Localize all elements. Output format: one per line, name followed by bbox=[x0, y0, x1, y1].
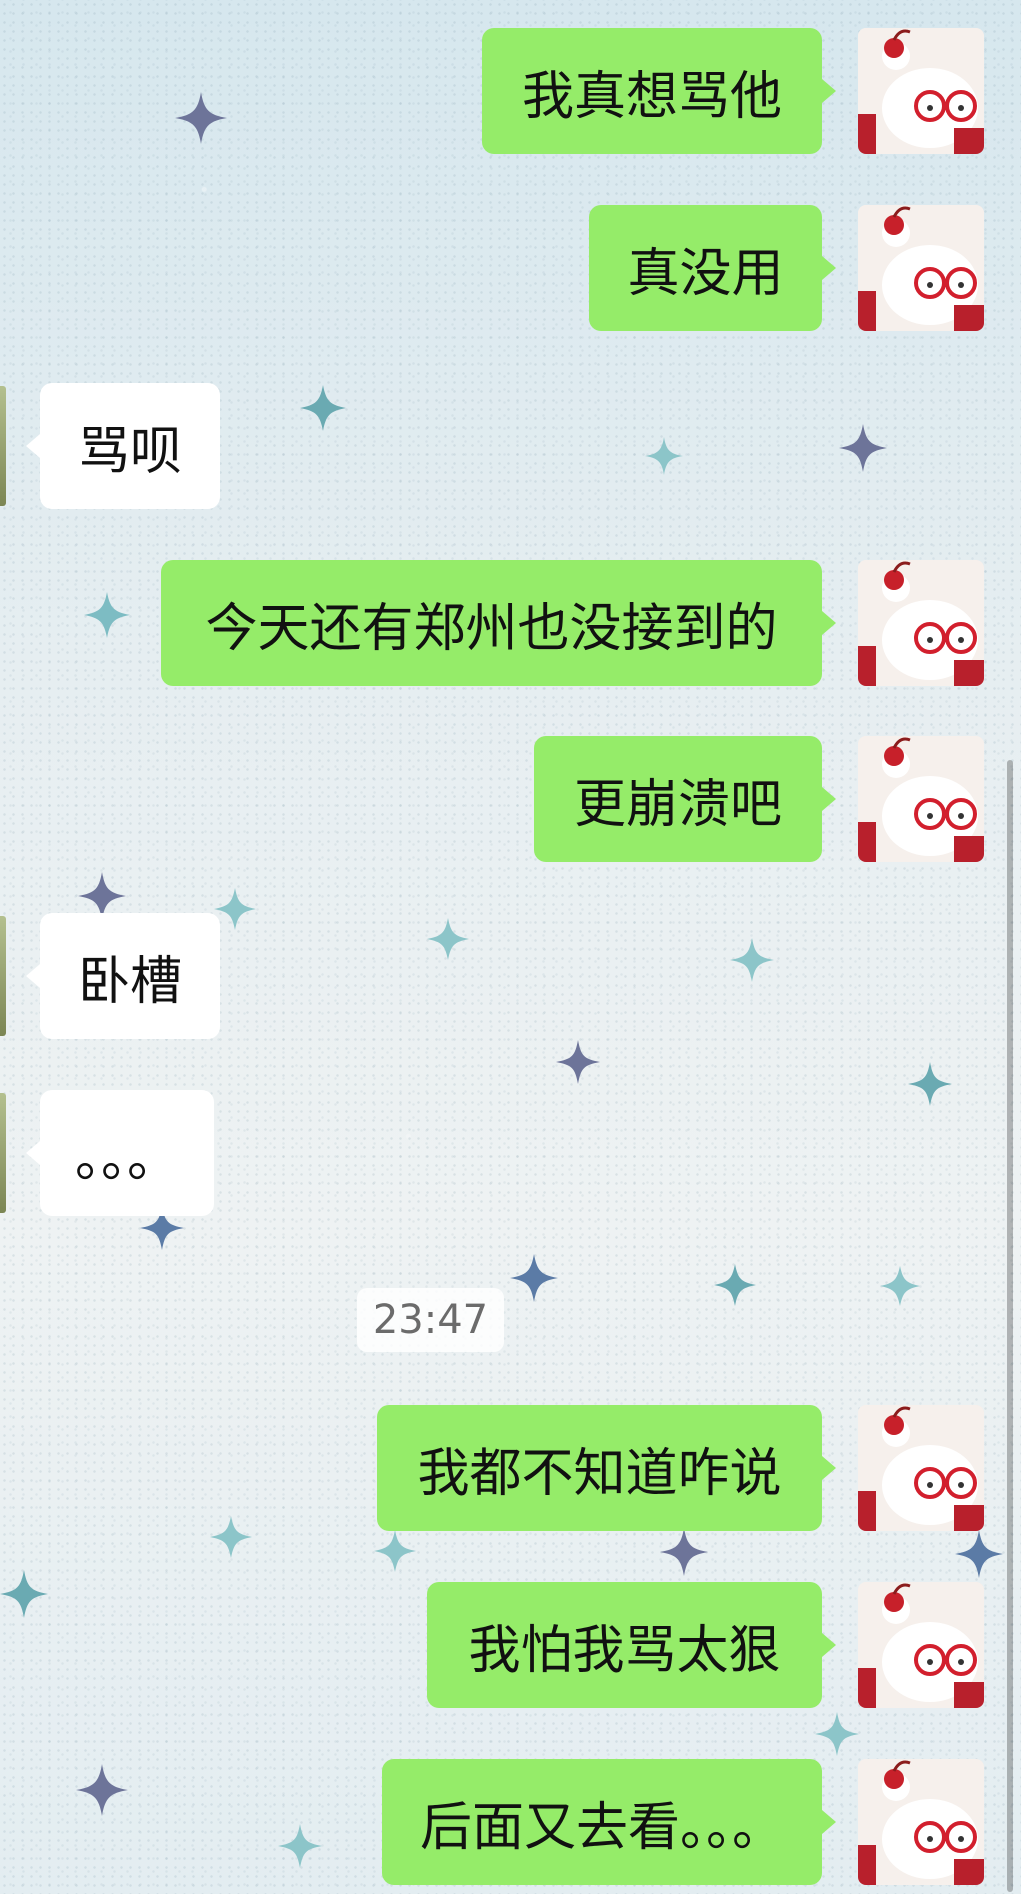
message-text: 今天还有郑州也没接到的 bbox=[205, 598, 778, 659]
message-row: 今天还有郑州也没接到的 bbox=[0, 560, 1021, 690]
message-text: 后面又去看。。。 bbox=[419, 1797, 784, 1858]
message-bubble-outgoing[interactable]: 更崩溃吧 bbox=[534, 736, 822, 862]
message-row: 我真想骂他 bbox=[0, 28, 1021, 158]
message-bubble-incoming[interactable]: 骂呗 bbox=[40, 383, 220, 509]
message-row: 。。。 bbox=[0, 1090, 1021, 1220]
contact-avatar-edge[interactable] bbox=[0, 1093, 6, 1213]
message-text: 骂呗 bbox=[77, 421, 182, 482]
message-text: 真没用 bbox=[627, 243, 784, 304]
message-row: 卧槽 bbox=[0, 913, 1021, 1043]
timestamp-text: 23:47 bbox=[372, 1297, 489, 1343]
message-bubble-outgoing[interactable]: 后面又去看。。。 bbox=[382, 1759, 822, 1885]
bunny-cake-avatar-icon[interactable] bbox=[858, 205, 984, 331]
message-text: 卧槽 bbox=[77, 951, 182, 1012]
message-bubble-incoming[interactable]: 卧槽 bbox=[40, 913, 220, 1039]
bunny-cake-avatar-icon[interactable] bbox=[858, 1582, 984, 1708]
message-row: 我怕我骂太狠 bbox=[0, 1582, 1021, 1712]
contact-avatar-edge[interactable] bbox=[0, 916, 6, 1036]
message-row: 我都不知道咋说 bbox=[0, 1405, 1021, 1535]
bunny-cake-avatar-icon[interactable] bbox=[858, 1759, 984, 1885]
bunny-cake-avatar-icon[interactable] bbox=[858, 560, 984, 686]
message-text: 。。。 bbox=[75, 1128, 180, 1189]
bunny-cake-avatar-icon[interactable] bbox=[858, 736, 984, 862]
message-row: 后面又去看。。。 bbox=[0, 1759, 1021, 1889]
bunny-cake-avatar-icon[interactable] bbox=[858, 28, 984, 154]
bunny-cake-avatar-icon[interactable] bbox=[858, 1405, 984, 1531]
message-bubble-outgoing[interactable]: 我都不知道咋说 bbox=[377, 1405, 822, 1531]
chat-message-list[interactable]: 我真想骂他 真没用 骂呗 今天还有郑州也没接到的 更崩溃吧 卧槽 。。。 23:… bbox=[0, 0, 1021, 1894]
timestamp-separator: 23:47 bbox=[357, 1288, 504, 1352]
message-text: 我都不知道咋说 bbox=[417, 1443, 782, 1504]
message-text: 我真想骂他 bbox=[521, 66, 782, 127]
message-row: 真没用 bbox=[0, 205, 1021, 335]
message-row: 更崩溃吧 bbox=[0, 736, 1021, 866]
message-bubble-incoming[interactable]: 。。。 bbox=[40, 1090, 214, 1216]
contact-avatar-edge[interactable] bbox=[0, 386, 6, 506]
message-text: 更崩溃吧 bbox=[573, 774, 782, 835]
message-bubble-outgoing[interactable]: 今天还有郑州也没接到的 bbox=[161, 560, 822, 686]
message-row: 骂呗 bbox=[0, 383, 1021, 513]
message-text: 我怕我骂太狠 bbox=[468, 1620, 781, 1681]
message-bubble-outgoing[interactable]: 真没用 bbox=[589, 205, 822, 331]
chat-scrollbar[interactable] bbox=[1007, 760, 1013, 1892]
message-bubble-outgoing[interactable]: 我怕我骂太狠 bbox=[427, 1582, 822, 1708]
message-bubble-outgoing[interactable]: 我真想骂他 bbox=[482, 28, 822, 154]
